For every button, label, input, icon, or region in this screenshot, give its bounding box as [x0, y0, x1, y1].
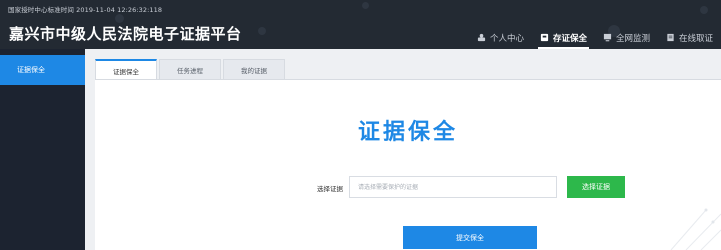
site-title: 嘉兴市中级人民法院电子证据平台 [9, 25, 242, 43]
top-nav: 个人中心 存证保全 全网监测 在线取证 [469, 18, 721, 49]
nav-item-evidence-storage[interactable]: 存证保全 [532, 18, 595, 49]
submit-preservation-button[interactable]: 提交保全 [403, 226, 537, 249]
monitor-icon [603, 33, 612, 42]
evidence-form-panel: 证据保全 选择证据 选择证据 提交保全 [95, 79, 721, 250]
evidence-input[interactable] [349, 176, 557, 198]
document-icon [667, 33, 674, 42]
background-decoration [670, 208, 721, 250]
nav-item-label: 全网监测 [615, 33, 650, 44]
top-header: 国家授时中心标准时间 2019-11-04 12:26:32:118 嘉兴市中级… [0, 0, 721, 49]
evidence-field-label: 选择证据 [317, 185, 343, 193]
tab-task-progress[interactable]: 任务进程 [159, 59, 221, 80]
tab-bar: 证据保全 任务进程 我的证据 [95, 59, 287, 80]
main-content: 证据保全 任务进程 我的证据 证据保全 选择证据 选择证据 提交保全 [85, 49, 721, 250]
nav-item-network-monitor[interactable]: 全网监测 [595, 18, 658, 49]
tab-evidence-preservation[interactable]: 证据保全 [95, 59, 157, 80]
nav-item-personal-center[interactable]: 个人中心 [469, 18, 532, 49]
choose-evidence-button[interactable]: 选择证据 [567, 176, 625, 198]
sidebar-item-evidence-preservation[interactable]: 证据保全 [0, 55, 85, 85]
sidebar-item-label: 证据保全 [17, 66, 45, 74]
user-icon [477, 33, 486, 42]
nav-item-online-forensics[interactable]: 在线取证 [658, 18, 721, 49]
nav-item-label: 个人中心 [489, 33, 524, 44]
server-timestamp: 国家授时中心标准时间 2019-11-04 12:26:32:118 [8, 6, 163, 14]
sidebar: 证据保全 [0, 49, 85, 250]
nav-item-label: 在线取证 [678, 33, 713, 44]
storage-icon [540, 33, 549, 42]
tab-my-evidence[interactable]: 我的证据 [223, 59, 285, 80]
nav-item-label: 存证保全 [552, 33, 587, 44]
page-title: 证据保全 [357, 120, 458, 145]
